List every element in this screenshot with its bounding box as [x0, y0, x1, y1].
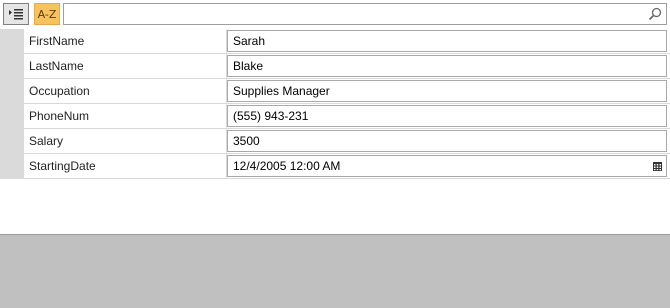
property-name: FirstName	[24, 29, 227, 53]
property-value-field[interactable]: Sarah	[227, 30, 667, 52]
calendar-icon	[652, 161, 662, 171]
categorized-list-icon	[9, 9, 23, 20]
property-name: Salary	[24, 129, 227, 153]
row-header-strip	[0, 29, 24, 179]
date-value: 12/4/2005 12:00 AM	[233, 159, 341, 173]
alphabetical-label: A-Z	[37, 7, 57, 21]
alphabetical-view-button[interactable]: A-Z	[34, 3, 60, 25]
property-value-field[interactable]: 3500	[227, 130, 667, 152]
property-row[interactable]: LastName Blake	[24, 54, 670, 79]
property-name: StartingDate	[24, 154, 227, 178]
property-name: Occupation	[24, 79, 227, 103]
property-value-field[interactable]: Blake	[227, 55, 667, 77]
date-picker-field[interactable]: 12/4/2005 12:00 AM	[227, 155, 667, 177]
property-row[interactable]: FirstName Sarah	[24, 29, 670, 54]
calendar-button[interactable]	[649, 157, 665, 175]
property-grid: FirstName Sarah LastName Blake Occupatio…	[0, 29, 670, 179]
property-name: PhoneNum	[24, 104, 227, 128]
property-row[interactable]: StartingDate 12/4/2005 12:00 AM	[24, 154, 670, 179]
property-name: LastName	[24, 54, 227, 78]
property-grid-toolbar: A-Z	[0, 0, 670, 29]
property-row[interactable]: PhoneNum (555) 943-231	[24, 104, 670, 129]
description-panel	[0, 235, 670, 308]
search-box[interactable]	[63, 3, 667, 25]
search-icon[interactable]	[648, 7, 662, 21]
property-value-field[interactable]: Supplies Manager	[227, 80, 667, 102]
property-value-field[interactable]: (555) 943-231	[227, 105, 667, 127]
search-input[interactable]	[64, 4, 644, 24]
categorized-view-button[interactable]	[3, 3, 29, 25]
property-row[interactable]: Salary 3500	[24, 129, 670, 154]
property-row[interactable]: Occupation Supplies Manager	[24, 79, 670, 104]
